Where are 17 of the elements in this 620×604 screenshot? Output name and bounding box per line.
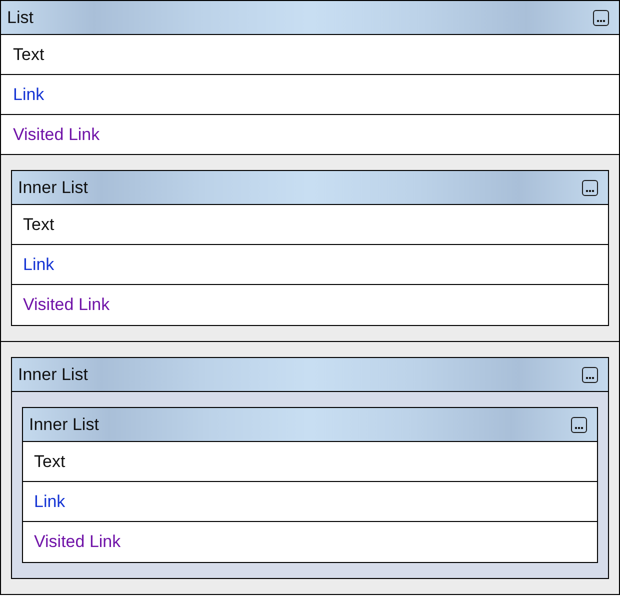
item-text: Text <box>13 44 44 64</box>
more-button[interactable] <box>571 416 587 432</box>
list-title: Inner List <box>18 364 88 384</box>
link[interactable]: Link <box>34 492 66 512</box>
more-button[interactable] <box>593 10 609 26</box>
list-title: List <box>7 8 34 28</box>
more-button[interactable] <box>582 180 598 196</box>
item-text: Text <box>23 214 54 234</box>
item-text: Text <box>34 452 66 472</box>
list-title: Inner List <box>18 178 88 198</box>
link[interactable]: Link <box>23 254 54 274</box>
more-button[interactable] <box>582 366 598 382</box>
visited-link[interactable]: Visited Link <box>13 124 100 144</box>
visited-link[interactable]: Visited Link <box>23 295 110 315</box>
visited-link[interactable]: Visited Link <box>34 532 121 552</box>
list-title: Inner List <box>29 414 99 434</box>
link[interactable]: Link <box>13 84 44 104</box>
